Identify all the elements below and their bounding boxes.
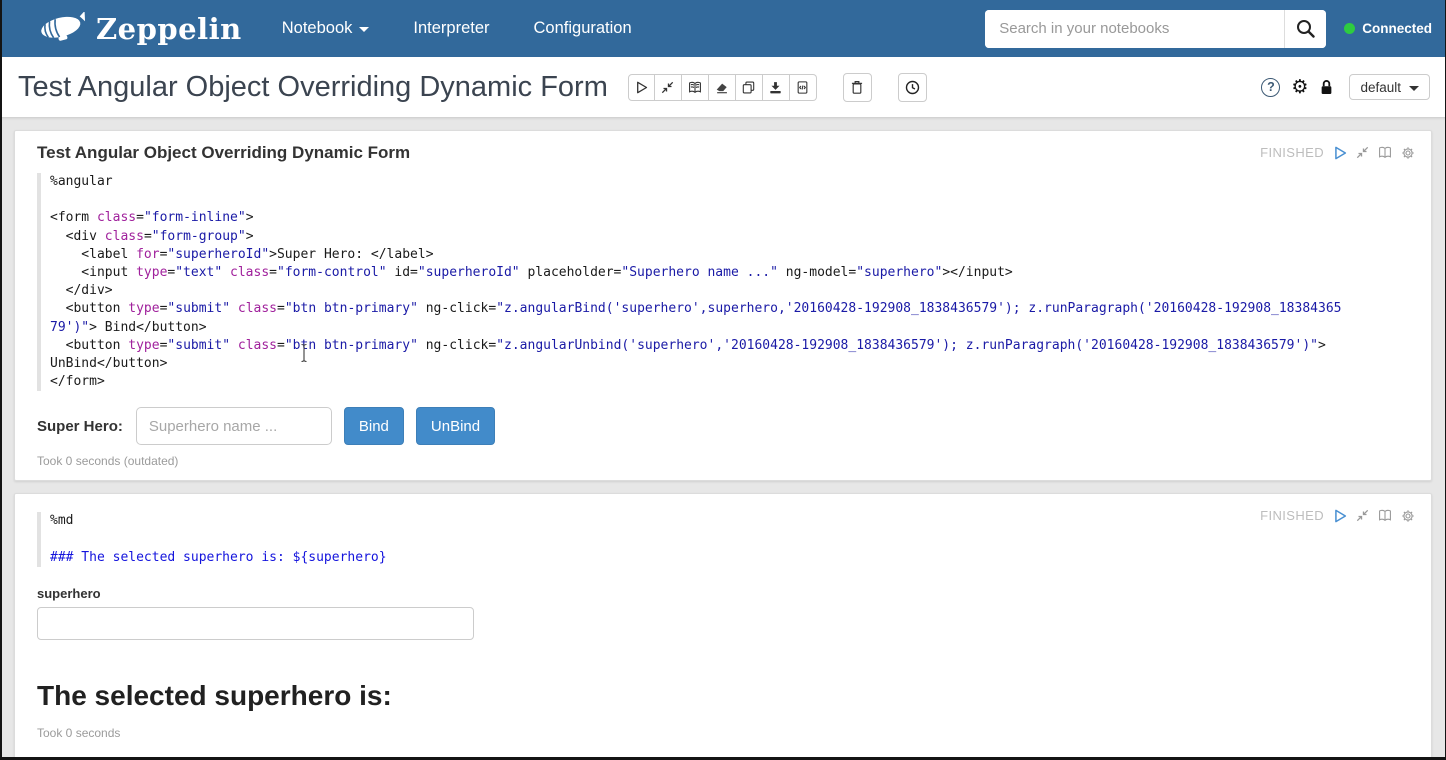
paragraph-controls: FINISHED: [1260, 145, 1415, 160]
eraser-icon: [715, 81, 728, 94]
note-header: Test Angular Object Overriding Dynamic F…: [0, 57, 1446, 118]
show-editor-icon[interactable]: [1378, 146, 1392, 159]
interpreter-settings-gear-icon[interactable]: ⚙: [1291, 78, 1308, 97]
paragraph-angular: Test Angular Object Overriding Dynamic F…: [14, 130, 1432, 481]
top-navbar: Zeppelin Notebook Interpreter Configurat…: [0, 0, 1446, 57]
remove-note-button[interactable]: [843, 73, 872, 102]
brand-title: Zeppelin: [96, 12, 242, 46]
run-paragraph-icon[interactable]: [1333, 146, 1347, 160]
status-badge: FINISHED: [1260, 145, 1324, 160]
help-icon[interactable]: ?: [1261, 78, 1280, 97]
search-input[interactable]: [985, 10, 1284, 48]
markdown-heading: The selected superhero is:: [37, 680, 1415, 712]
notebook-search: [985, 10, 1326, 48]
show-hide-code-button[interactable]: [682, 74, 709, 101]
paragraph-title: Test Angular Object Overriding Dynamic F…: [31, 143, 1415, 163]
zeppelin-logo-icon: [38, 12, 86, 46]
code-view-button[interactable]: [790, 74, 817, 101]
trash-icon: [850, 80, 864, 95]
elapsed-time: Took 0 seconds: [37, 726, 1415, 740]
paragraph-settings-gear-icon[interactable]: [1401, 146, 1415, 160]
bind-button[interactable]: Bind: [344, 407, 404, 445]
copy-icon: [742, 81, 755, 94]
status-badge: FINISHED: [1260, 508, 1324, 523]
show-editor-icon[interactable]: [1378, 509, 1392, 522]
code-file-icon: [796, 81, 809, 94]
unbind-button[interactable]: UnBind: [416, 407, 495, 445]
superhero-label: Super Hero:: [37, 418, 123, 435]
superhero-input[interactable]: [136, 407, 332, 445]
dynamic-form-input[interactable]: [37, 607, 474, 640]
collapse-expand-button[interactable]: [655, 74, 682, 101]
nav-configuration[interactable]: Configuration: [534, 19, 632, 38]
clear-output-button[interactable]: [709, 74, 736, 101]
paragraph-controls: FINISHED: [1260, 508, 1415, 523]
run-paragraph-icon[interactable]: [1333, 509, 1347, 523]
connected-dot-icon: [1344, 23, 1355, 34]
elapsed-time: Took 0 seconds (outdated): [37, 454, 1415, 468]
chevron-down-icon: [1409, 86, 1419, 91]
code-editor[interactable]: %md ### The selected superhero is: ${sup…: [37, 512, 1415, 567]
angular-form-output: Super Hero: Bind UnBind: [37, 407, 1415, 445]
note-body: Test Angular Object Overriding Dynamic F…: [0, 118, 1446, 760]
search-button[interactable]: [1284, 10, 1326, 48]
nav-notebook[interactable]: Notebook: [282, 19, 370, 38]
book-icon: [688, 81, 702, 94]
clone-note-button[interactable]: [736, 74, 763, 101]
dynamic-form-label: superhero: [37, 586, 1415, 601]
collapse-paragraph-icon[interactable]: [1356, 509, 1369, 522]
collapse-paragraph-icon[interactable]: [1356, 146, 1369, 159]
nav-interpreter[interactable]: Interpreter: [413, 19, 489, 38]
clock-icon: [905, 80, 920, 95]
play-icon: [635, 81, 648, 94]
paragraph-markdown: FINISHED %md ###: [14, 493, 1432, 760]
search-icon: [1296, 19, 1315, 38]
note-toolbar: [628, 74, 817, 101]
view-mode-dropdown[interactable]: default: [1349, 74, 1430, 100]
download-icon: [769, 81, 782, 94]
connected-label: Connected: [1362, 21, 1432, 36]
compress-icon: [661, 81, 674, 94]
connection-status: Connected: [1344, 21, 1432, 36]
version-control-button[interactable]: [898, 73, 927, 102]
code-editor[interactable]: %angular <form class="form-inline"> <div…: [37, 173, 1415, 391]
paragraph-settings-gear-icon[interactable]: [1401, 509, 1415, 523]
run-all-button[interactable]: [628, 74, 655, 101]
chevron-down-icon: [359, 27, 369, 32]
zeppelin-brand[interactable]: Zeppelin: [38, 12, 242, 46]
nav-menu: Notebook Interpreter Configuration: [282, 19, 632, 38]
lock-icon[interactable]: [1319, 79, 1334, 96]
export-note-button[interactable]: [763, 74, 790, 101]
note-title[interactable]: Test Angular Object Overriding Dynamic F…: [18, 71, 608, 104]
